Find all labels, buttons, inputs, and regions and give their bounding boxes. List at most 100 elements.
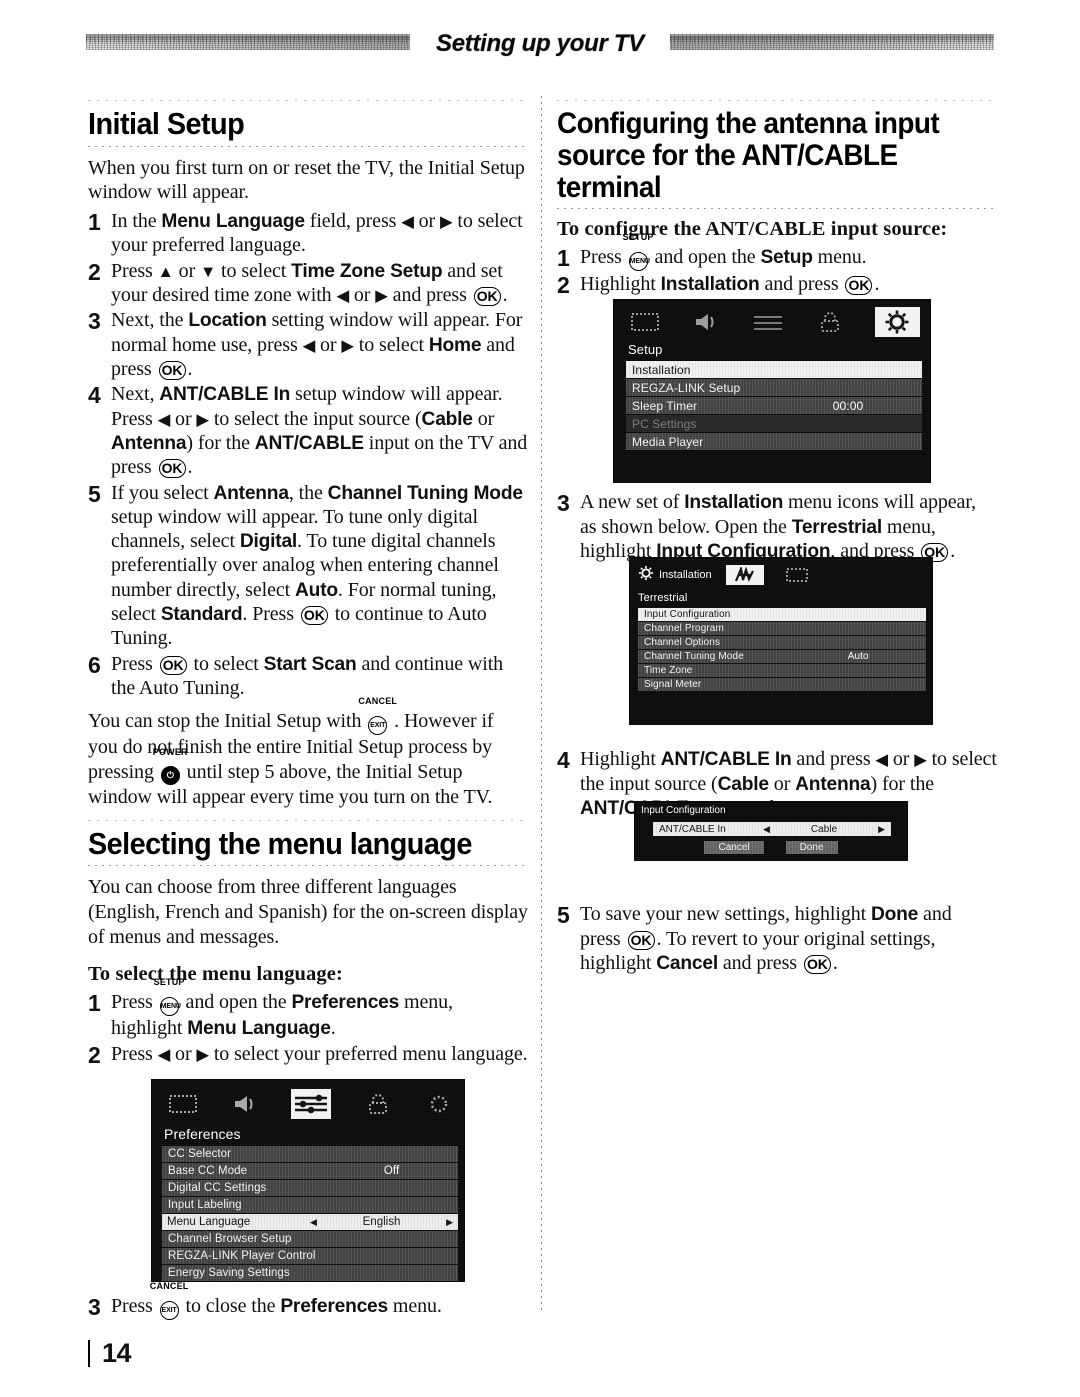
osd-row-label: Time Zone xyxy=(644,665,693,676)
osd-row[interactable]: Digital CC Settings xyxy=(162,1180,458,1196)
osd-row-label: Energy Saving Settings xyxy=(168,1267,290,1279)
heading-configuring-antenna-input: Configuring the antenna input source for… xyxy=(557,101,966,208)
terrestrial-icon xyxy=(725,565,764,585)
step: 1 Press SETUP MENU and open the Preferenc… xyxy=(88,977,528,1040)
osd-icon-bar: Installation xyxy=(630,558,932,590)
done-button[interactable]: Done xyxy=(785,841,838,854)
osd-row[interactable]: Base CC Mode Off xyxy=(162,1163,458,1179)
ok-button-icon: OK xyxy=(158,357,186,381)
heading-line-2: source for the ANT/CABLE terminal xyxy=(557,138,898,204)
osd-row-menu-language-selected[interactable]: Menu Language ◀ English ▶ xyxy=(162,1214,458,1230)
step: 2 Highlight Installation and press OK. xyxy=(557,272,997,298)
ok-button-icon: OK xyxy=(300,602,328,626)
step: 4 Next, ANT/CABLE In setup window will a… xyxy=(88,382,528,479)
step-number: 1 xyxy=(557,245,570,272)
step-number: 6 xyxy=(88,651,101,678)
osd-row[interactable]: Media Player xyxy=(626,433,922,450)
step-text: Next, ANT/CABLE In setup window will app… xyxy=(111,383,528,479)
osd-row-input-configuration[interactable]: Input Configuration xyxy=(638,608,926,621)
step-number: 2 xyxy=(88,1041,101,1068)
locks-icon xyxy=(363,1091,392,1117)
page-number: 14 xyxy=(102,1338,132,1368)
osd-icon-bar xyxy=(614,300,930,340)
step-text: Press CANCEL EXIT to close the Preference… xyxy=(111,1281,528,1320)
osd-row-label: Sleep Timer xyxy=(632,398,698,413)
osd-menu-title: Setup xyxy=(628,342,663,357)
osd-row[interactable]: Channel Options xyxy=(638,636,926,649)
right-arrow-icon[interactable]: ▶ xyxy=(878,824,885,835)
osd-row-label: Channel Options xyxy=(644,637,720,648)
osd-row-value: Auto xyxy=(847,651,869,662)
osd-row[interactable]: Energy Saving Settings xyxy=(162,1265,458,1281)
osd-row[interactable]: Sleep Timer 00:00 xyxy=(626,397,922,414)
step-text: Press OK to select Start Scan and contin… xyxy=(111,652,504,700)
osd-screenshot-installation: Installation Terrestrial Input Configura… xyxy=(630,558,932,724)
left-arrow-icon[interactable]: ◀ xyxy=(763,824,770,835)
step-text: Press ◀ or ▶ to select your preferred me… xyxy=(111,1042,528,1065)
step: 5 If you select Antenna, the Channel Tun… xyxy=(88,481,528,651)
step-number: 4 xyxy=(557,747,570,774)
cancel-button[interactable]: Cancel xyxy=(704,841,764,854)
step-number: 1 xyxy=(88,209,101,236)
initial-setup-steps: 1 In the Menu Language field, press ◀ or… xyxy=(88,209,528,700)
step-number: 4 xyxy=(88,382,101,409)
osd-row[interactable]: REGZA-LINK Setup xyxy=(626,379,922,396)
manual-page: Setting up your TV Initial Setup When yo… xyxy=(0,0,1080,1397)
step: 3 Press CANCEL EXIT to close the Preferen… xyxy=(88,1281,528,1320)
step: 6 Press OK to select Start Scan and cont… xyxy=(88,652,528,701)
ok-button-icon: OK xyxy=(473,283,501,307)
initial-setup-intro: When you first turn on or reset the TV, … xyxy=(88,156,525,204)
osd-screenshot-preferences: Preferences CC Selector Base CC Mode Off … xyxy=(152,1080,464,1281)
osd-row-label: Input Labeling xyxy=(168,1199,242,1211)
step: 5 To save your new settings, highlight D… xyxy=(557,902,997,975)
step: 1 Press SETUP MENU and open the Setup men… xyxy=(557,232,997,272)
input-config-icon xyxy=(778,565,816,585)
ok-button-icon: OK xyxy=(627,927,655,951)
ok-button-icon: OK xyxy=(803,951,831,975)
preferences-icon xyxy=(751,309,785,335)
ok-button-icon: OK xyxy=(845,272,873,296)
osd-screenshot-setup: Setup Installation REGZA-LINK Setup Slee… xyxy=(614,300,930,482)
menu-language-step-3: 3 Press CANCEL EXIT to close the Preferen… xyxy=(88,1281,528,1321)
step-number: 3 xyxy=(88,1294,101,1320)
left-arrow-icon[interactable]: ◀ xyxy=(310,1217,317,1228)
power-button-icon: POWER ⏻ xyxy=(153,747,188,785)
osd-row-value: Off xyxy=(383,1165,400,1177)
osd-field-value: Cable xyxy=(810,823,838,835)
osd-row[interactable]: Channel Tuning Mode Auto xyxy=(638,650,926,663)
step-text: Press ▲ or ▼ to select Time Zone Setup a… xyxy=(111,259,508,307)
menu-language-intro: You can choose from three different lang… xyxy=(88,876,528,948)
step: 3 A new set of Installation menu icons w… xyxy=(557,490,997,563)
osd-row[interactable]: Time Zone xyxy=(638,664,926,677)
heading-selecting-menu-language: Selecting the menu language xyxy=(88,825,472,861)
osd-row[interactable]: Input Labeling xyxy=(162,1197,458,1213)
osd-row[interactable]: REGZA-LINK Player Control xyxy=(162,1248,458,1264)
osd-icon-bar xyxy=(152,1080,464,1124)
step: 1 In the Menu Language field, press ◀ or… xyxy=(88,209,528,258)
step-text: Highlight Installation and press OK. xyxy=(580,272,880,296)
step-text: If you select Antenna, the Channel Tunin… xyxy=(111,481,523,650)
osd-row-installation[interactable]: Installation xyxy=(626,361,922,378)
osd-field-ant-cable-in[interactable]: ANT/CABLE In ◀ Cable ▶ xyxy=(653,822,891,836)
osd-dialog-buttons: Cancel Done xyxy=(635,841,907,854)
exit-button-icon: CANCEL EXIT xyxy=(150,1281,188,1320)
osd-row-value: English xyxy=(362,1216,401,1228)
osd-row-label: Digital CC Settings xyxy=(168,1182,267,1194)
step: 2 Press ◀ or ▶ to select your preferred … xyxy=(88,1042,528,1068)
step-number: 5 xyxy=(88,480,101,507)
osd-row-label: Base CC Mode xyxy=(168,1165,248,1177)
osd-row-label: Media Player xyxy=(632,434,704,449)
osd-row[interactable]: CC Selector xyxy=(162,1146,458,1162)
ok-button-icon: OK xyxy=(159,652,187,676)
menu-button-icon: SETUP MENU xyxy=(154,977,184,1017)
initial-setup-note: You can stop the Initial Setup with CANC… xyxy=(88,696,494,808)
osd-screenshot-input-configuration: Input Configuration ANT/CABLE In ◀ Cable… xyxy=(635,802,907,860)
osd-row-label: Channel Browser Setup xyxy=(168,1233,292,1245)
osd-field-label: ANT/CABLE In xyxy=(659,823,726,835)
osd-row-label: Signal Meter xyxy=(644,679,702,690)
osd-row[interactable]: Signal Meter xyxy=(638,678,926,691)
osd-row[interactable]: Channel Program xyxy=(638,622,926,635)
osd-row[interactable]: Channel Browser Setup xyxy=(162,1231,458,1247)
right-arrow-icon[interactable]: ▶ xyxy=(446,1217,453,1228)
sound-icon xyxy=(690,309,724,335)
